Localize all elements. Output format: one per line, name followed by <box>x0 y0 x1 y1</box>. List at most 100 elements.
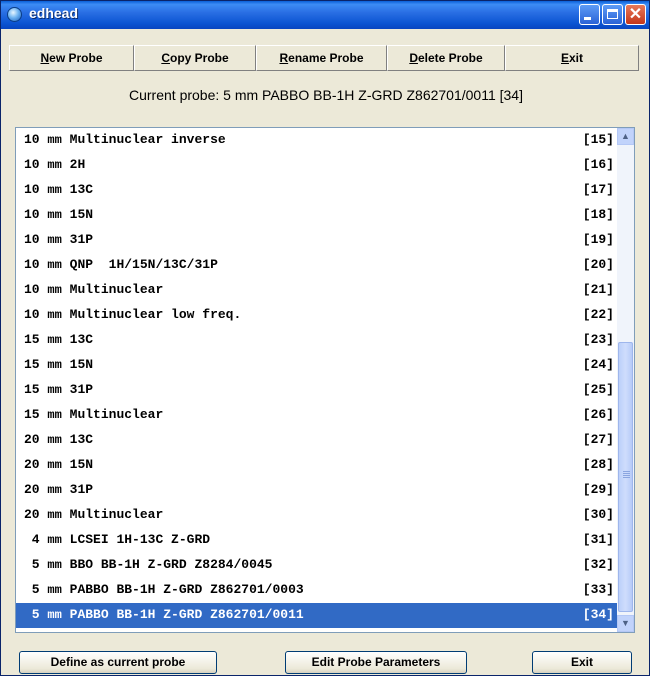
probe-row[interactable]: 10 mm Multinuclear [21] <box>16 278 618 303</box>
probe-description: 13C <box>69 332 94 347</box>
exit-button[interactable]: Exit <box>532 651 632 674</box>
probe-row[interactable]: 5 mm PABBO BB-1H Z-GRD Z862701/0011 [34] <box>16 603 618 628</box>
probe-description: QNP 1H/15N/13C/31P <box>69 257 218 272</box>
probe-row[interactable]: 20 mm 13C [27] <box>16 428 618 453</box>
probe-row[interactable]: 15 mm 13C [23] <box>16 328 618 353</box>
probe-row[interactable]: 10 mm 31P [19] <box>16 228 618 253</box>
probe-size: 15 <box>24 382 40 397</box>
probe-description: 31P <box>69 382 94 397</box>
probe-name: 4 mm LCSEI 1H-13C Z-GRD <box>24 532 210 547</box>
probe-row[interactable]: 20 mm 15N [28] <box>16 453 618 478</box>
minimize-button[interactable] <box>579 4 600 25</box>
maximize-icon <box>607 9 618 19</box>
delete-probe-button[interactable]: Delete Probe <box>387 45 505 71</box>
minimize-icon <box>584 17 591 20</box>
probe-size: 20 <box>24 432 40 447</box>
probe-unit: mm <box>47 158 62 172</box>
probe-name: 15 mm 13C <box>24 332 93 347</box>
title-bar[interactable]: edhead ✕ <box>1 1 649 29</box>
new-probe-button[interactable]: New Probe <box>9 45 134 71</box>
probe-description: 15N <box>69 457 94 472</box>
probe-index: [34] <box>582 607 614 622</box>
probe-index: [18] <box>582 207 614 222</box>
probe-unit: mm <box>47 458 62 472</box>
maximize-button[interactable] <box>602 4 623 25</box>
probe-size: 10 <box>24 282 40 297</box>
probe-row[interactable]: 5 mm BBO BB-1H Z-GRD Z8284/0045 [32] <box>16 553 618 578</box>
probe-index: [30] <box>582 507 614 522</box>
probe-description: LCSEI 1H-13C Z-GRD <box>69 532 211 547</box>
probe-row[interactable]: 5 mm PABBO BB-1H Z-GRD Z862701/0003 [33] <box>16 578 618 603</box>
probe-row[interactable]: 10 mm QNP 1H/15N/13C/31P [20] <box>16 253 618 278</box>
scroll-down-button[interactable]: ▼ <box>617 615 634 632</box>
probe-row[interactable]: 4 mm LCSEI 1H-13C Z-GRD [31] <box>16 528 618 553</box>
probe-unit: mm <box>47 583 62 597</box>
probe-name: 15 mm Multinuclear <box>24 407 163 422</box>
probe-name: 10 mm Multinuclear low freq. <box>24 307 241 322</box>
probe-description: Multinuclear <box>69 407 164 422</box>
probe-unit: mm <box>47 333 62 347</box>
probe-index: [27] <box>582 432 614 447</box>
probe-size: 5 <box>24 607 40 622</box>
probe-name: 10 mm 2H <box>24 157 85 172</box>
probe-row[interactable]: 20 mm 31P [29] <box>16 478 618 503</box>
probe-size: 10 <box>24 307 40 322</box>
probe-row[interactable]: 20 mm Multinuclear [30] <box>16 503 618 528</box>
probe-index: [26] <box>582 407 614 422</box>
probe-row[interactable]: 10 mm 13C [17] <box>16 178 618 203</box>
new-probe-label: ew Probe <box>49 51 103 65</box>
copy-probe-mnemonic: C <box>161 51 170 65</box>
probe-size: 15 <box>24 332 40 347</box>
scrollbar-thumb[interactable] <box>618 342 633 612</box>
probe-size: 20 <box>24 507 40 522</box>
probe-description: 13C <box>69 432 94 447</box>
probe-description: BBO BB-1H Z-GRD Z8284/0045 <box>69 557 273 572</box>
probe-name: 10 mm 15N <box>24 207 93 222</box>
probe-unit: mm <box>47 533 62 547</box>
probe-row[interactable]: 15 mm Multinuclear [26] <box>16 403 618 428</box>
close-button[interactable]: ✕ <box>625 4 646 25</box>
probe-description: PABBO BB-1H Z-GRD Z862701/0003 <box>69 582 304 597</box>
edhead-window: edhead ✕ New Probe Copy Probe Rename Pro… <box>0 0 650 676</box>
probe-list[interactable]: 10 mm Multinuclear inverse [15] 10 mm 2H [1… <box>15 127 635 633</box>
probe-row[interactable]: 10 mm Multinuclear low freq. [22] <box>16 303 618 328</box>
probe-name: 20 mm 13C <box>24 432 93 447</box>
probe-index: [23] <box>582 332 614 347</box>
probe-index: [20] <box>582 257 614 272</box>
probe-name: 15 mm 31P <box>24 382 93 397</box>
probe-index: [17] <box>582 182 614 197</box>
probe-description: 2H <box>69 157 86 172</box>
probe-index: [22] <box>582 307 614 322</box>
scrollbar-grip <box>623 471 630 472</box>
vertical-scrollbar[interactable]: ▲ ▼ <box>617 128 634 632</box>
probe-row[interactable]: 10 mm Multinuclear inverse [15] <box>16 128 618 153</box>
define-current-probe-button[interactable]: Define as current probe <box>19 651 217 674</box>
probe-description: Multinuclear <box>69 507 164 522</box>
probe-row[interactable]: 10 mm 2H [16] <box>16 153 618 178</box>
scroll-up-button[interactable]: ▲ <box>617 128 634 145</box>
probe-index: [19] <box>582 232 614 247</box>
rename-probe-label: ename Probe <box>288 51 364 65</box>
probe-name: 20 mm 31P <box>24 482 93 497</box>
probe-name: 10 mm Multinuclear inverse <box>24 132 226 147</box>
probe-index: [21] <box>582 282 614 297</box>
probe-name: 5 mm PABBO BB-1H Z-GRD Z862701/0003 <box>24 582 304 597</box>
edit-probe-parameters-button[interactable]: Edit Probe Parameters <box>285 651 467 674</box>
probe-size: 5 <box>24 557 40 572</box>
rename-probe-button[interactable]: Rename Probe <box>256 45 387 71</box>
exit-menu-button[interactable]: Exit <box>505 45 639 71</box>
probe-unit: mm <box>47 233 62 247</box>
probe-row[interactable]: 10 mm 15N [18] <box>16 203 618 228</box>
probe-index: [33] <box>582 582 614 597</box>
probe-name: 15 mm 15N <box>24 357 93 372</box>
copy-probe-button[interactable]: Copy Probe <box>134 45 256 71</box>
probe-name: 10 mm Multinuclear <box>24 282 163 297</box>
probe-name: 5 mm BBO BB-1H Z-GRD Z8284/0045 <box>24 557 273 572</box>
probe-row[interactable]: 15 mm 15N [24] <box>16 353 618 378</box>
probe-row[interactable]: 15 mm 31P [25] <box>16 378 618 403</box>
probe-size: 10 <box>24 182 40 197</box>
probe-index: [15] <box>582 132 614 147</box>
probe-size: 10 <box>24 257 40 272</box>
probe-size: 5 <box>24 582 40 597</box>
probe-description: PABBO BB-1H Z-GRD Z862701/0011 <box>69 607 304 622</box>
